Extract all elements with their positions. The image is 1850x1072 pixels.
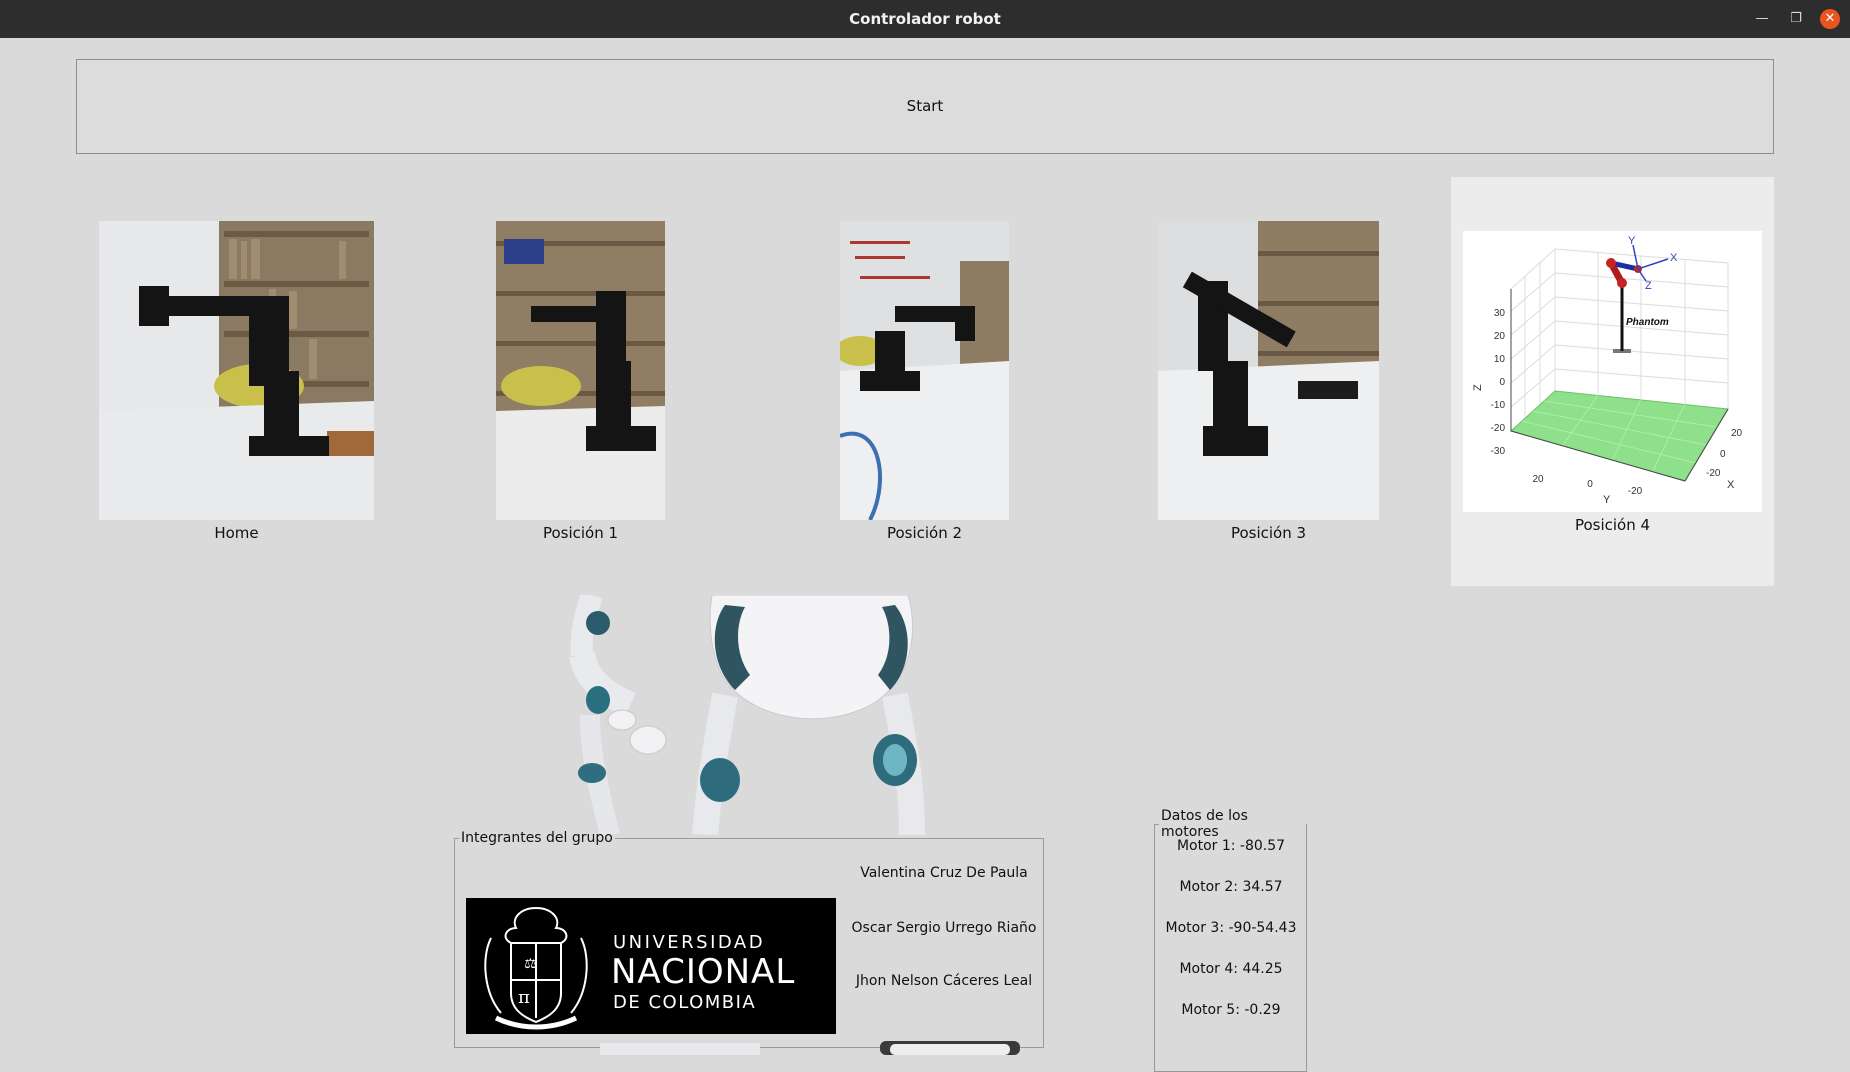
y-tick: 0 [1587,479,1593,490]
x-tick: 20 [1731,428,1743,439]
robot-illustration-bottom [600,1038,1030,1055]
x-axis-label: X [1727,479,1735,491]
robot-illustration [560,595,940,835]
z-tick: 20 [1494,331,1506,342]
motor-2-value: Motor 2: 34.57 [1179,879,1283,895]
z-axis-label: Z [1472,384,1484,391]
frame-x-label: X [1670,252,1678,264]
home-label: Home [214,524,259,542]
z-tick: 0 [1499,377,1505,388]
z-tick: 30 [1494,308,1506,319]
y-tick: 20 [1532,474,1544,485]
restore-icon[interactable]: ❐ [1786,9,1806,29]
main-content: Start Home Posición 1 Posición 2 Posició… [0,38,1850,1072]
coat-of-arms-icon: π ⚖ [484,907,588,1030]
member-name: Jhon Nelson Cáceres Leal [855,973,1033,989]
y-tick: -20 [1628,486,1643,497]
robot-3d-plot[interactable]: X Y Z Phantom 30 20 10 0 -10 -20 -30 Z 2… [1463,231,1762,512]
start-button[interactable]: Start [76,59,1774,154]
z-tick: -30 [1491,446,1506,457]
position-2-photo [840,221,1009,520]
member-name: Valentina Cruz De Paula [860,865,1028,881]
motor-1-value: Motor 1: -80.57 [1176,838,1286,854]
position-3-photo [1158,221,1379,520]
motor-data-legend: Datos de los motores [1161,808,1248,840]
phantom-label: Phantom [1626,317,1669,328]
y-axis-label: Y [1603,494,1611,506]
x-tick: 0 [1720,449,1726,460]
group-members-legend: Integrantes del grupo [461,830,613,846]
z-tick: -10 [1491,400,1506,411]
z-tick: 10 [1494,354,1506,365]
frame-z-label: Z [1645,280,1652,292]
motor-5-value: Motor 5: -0.29 [1181,1002,1281,1018]
university-logo: π ⚖ UNIVERSIDAD NACIONAL DE COLOMBIA [466,898,836,1034]
position-1-label: Posición 1 [542,524,619,542]
close-icon[interactable]: ✕ [1820,9,1840,29]
frame-y-label: Y [1628,235,1636,247]
x-tick: -20 [1706,468,1721,479]
svg-text:π: π [518,987,530,1008]
motor-4-value: Motor 4: 44.25 [1179,961,1283,977]
logo-line-3: DE COLOMBIA [613,992,757,1013]
z-tick: -20 [1491,423,1506,434]
title-bar: Controlador robot — ❐ ✕ [0,0,1850,38]
position-3-label: Posición 3 [1230,524,1307,542]
logo-line-2: NACIONAL [611,952,796,992]
logo-line-1: UNIVERSIDAD [613,932,766,953]
svg-text:⚖: ⚖ [524,956,537,972]
position-4-label: Posición 4 [1574,516,1651,534]
window-title: Controlador robot [849,10,1001,28]
motor-3-value: Motor 3: -90-54.43 [1165,920,1297,936]
minimize-icon[interactable]: — [1752,9,1772,29]
home-photo [99,221,374,520]
position-1-photo [496,221,665,520]
position-4-panel: X Y Z Phantom 30 20 10 0 -10 -20 -30 Z 2… [1451,177,1774,586]
member-name: Oscar Sergio Urrego Riaño [851,920,1037,936]
position-2-label: Posición 2 [886,524,963,542]
